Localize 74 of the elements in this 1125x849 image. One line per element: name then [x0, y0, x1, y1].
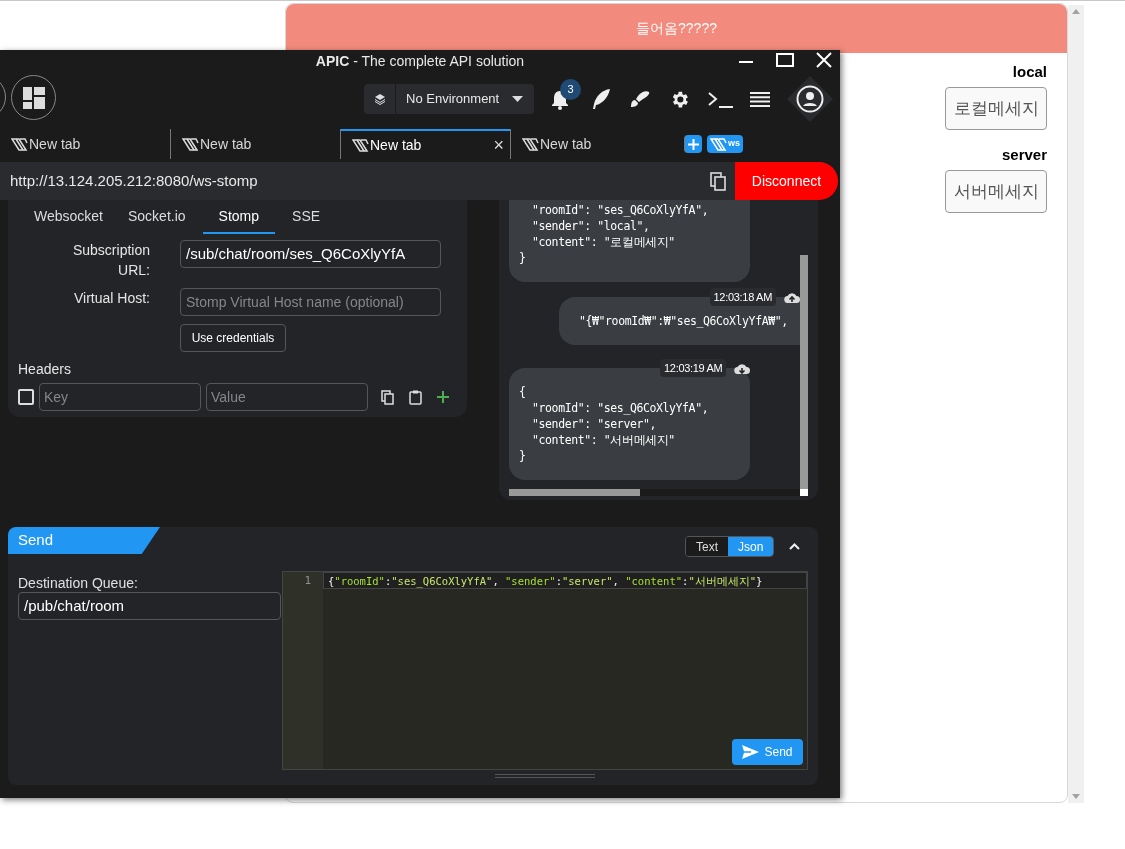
clipboard-icon[interactable]: [409, 389, 422, 405]
close-icon[interactable]: [816, 52, 832, 68]
message-text: "roomId": "ses_Q6CoXlyYfA", "sender": "local", "content": "로컬메세지" }: [518, 202, 710, 266]
add-icon[interactable]: [437, 391, 449, 403]
dropdown-caret-icon: [512, 96, 524, 102]
url-text[interactable]: http://13.124.205.212:8080/ws-stomp: [10, 169, 710, 193]
virtual-host-field[interactable]: Stomp Virtual Host name (optional): [180, 288, 441, 316]
collapse-icon[interactable]: [789, 543, 800, 550]
message-text: { "roomId": "ses_Q6CoXlyYfA", "sender": "server", "content": "서버메세지" }: [518, 384, 710, 464]
subscription-url-label: Subscription URL:: [71, 241, 150, 280]
destination-queue-field[interactable]: /pub/chat/room: [18, 592, 281, 620]
paper-plane-icon: [742, 745, 760, 759]
menu-icon[interactable]: [750, 92, 770, 107]
copy-icon[interactable]: [710, 171, 726, 191]
notification-badge: 3: [560, 79, 581, 100]
avatar-icon: [796, 85, 824, 113]
cloud-download-icon: [734, 362, 751, 374]
group-label: server: [1001, 146, 1047, 164]
destination-queue-label: Destination Queue:: [18, 574, 138, 593]
subscription-url-field[interactable]: /sub/chat/room/ses_Q6CoXlyYfA: [180, 240, 441, 268]
message-button[interactable]: 서버메세지: [945, 170, 1047, 213]
request-tab[interactable]: New tab ×: [340, 129, 510, 159]
request-tab[interactable]: New tab: [0, 129, 170, 159]
send-section-title: Send: [8, 527, 160, 554]
resize-handle[interactable]: [495, 774, 595, 778]
virtual-host-label: Virtual Host:: [73, 289, 150, 308]
environment-selector[interactable]: No Environment: [364, 84, 534, 114]
disconnect-button[interactable]: Disconnect: [735, 162, 838, 200]
banner: 들어옴?????: [286, 4, 1067, 53]
header-value-field[interactable]: Value: [206, 383, 368, 411]
tab-label: New tab: [200, 134, 252, 154]
terminal-icon[interactable]: [708, 92, 733, 108]
cloud-upload-icon: [784, 291, 800, 303]
format-option[interactable]: Text: [686, 537, 728, 556]
use-credentials-button[interactable]: Use credentials: [180, 324, 286, 352]
tab-label: New tab: [29, 134, 81, 154]
horizontal-scrollbar[interactable]: [509, 489, 800, 496]
ws-logo-icon: [11, 137, 28, 151]
layers-icon: [373, 93, 386, 105]
message-time: 12:03:18 AM: [709, 288, 776, 306]
header-checkbox[interactable]: [18, 389, 34, 405]
scrollbar-corner: [800, 489, 808, 496]
code-line: {"roomId":"ses_Q6CoXlyYfA", "sender":"server", "content":"서버메세지"}: [328, 573, 763, 589]
request-tab[interactable]: New tab: [510, 129, 680, 159]
window-title: APIC - The complete API solution: [315, 51, 525, 71]
protocol-tab[interactable]: Websocket: [26, 200, 111, 234]
feather-icon[interactable]: [590, 88, 612, 110]
ws-label: ws: [728, 137, 740, 151]
maximize-icon[interactable]: [776, 52, 794, 68]
ws-logo-icon: [352, 138, 369, 152]
protocol-tab[interactable]: SSE: [284, 200, 329, 234]
add-tab-button[interactable]: [684, 135, 702, 153]
tab-label: New tab: [370, 135, 422, 155]
protocol-tab[interactable]: Stomp: [202, 200, 276, 234]
message-text: "{₩"roomId₩":₩"ses_Q6CoXlyYfA₩",: [578, 313, 788, 329]
ws-logo-icon: [522, 137, 539, 151]
ws-logo-icon: [710, 137, 727, 151]
brush-icon[interactable]: [630, 90, 650, 108]
plus-icon: [688, 138, 699, 150]
tab-close-button[interactable]: ×: [493, 136, 504, 154]
environment-label: No Environment: [406, 90, 500, 109]
tab-label: New tab: [540, 134, 592, 154]
group-label: local: [1012, 63, 1047, 81]
line-number: 1: [304, 573, 311, 589]
header-key-field[interactable]: Key: [39, 383, 201, 411]
message-time: 12:03:19 AM: [660, 359, 727, 377]
vertical-scrollbar-thumb[interactable]: [800, 255, 808, 489]
dashboard-icon: [22, 86, 45, 109]
ws-logo-icon: [182, 137, 199, 151]
copy-icon[interactable]: [381, 389, 394, 405]
message-button[interactable]: 로컬메세지: [945, 87, 1047, 130]
code-editor[interactable]: 1 {"roomId":"ses_Q6CoXlyYfA", "sender":"server", "content":"서버메세지"} Send: [282, 571, 808, 770]
headers-title: Headers: [18, 360, 72, 379]
protocol-tab[interactable]: Socket.io: [120, 200, 194, 234]
